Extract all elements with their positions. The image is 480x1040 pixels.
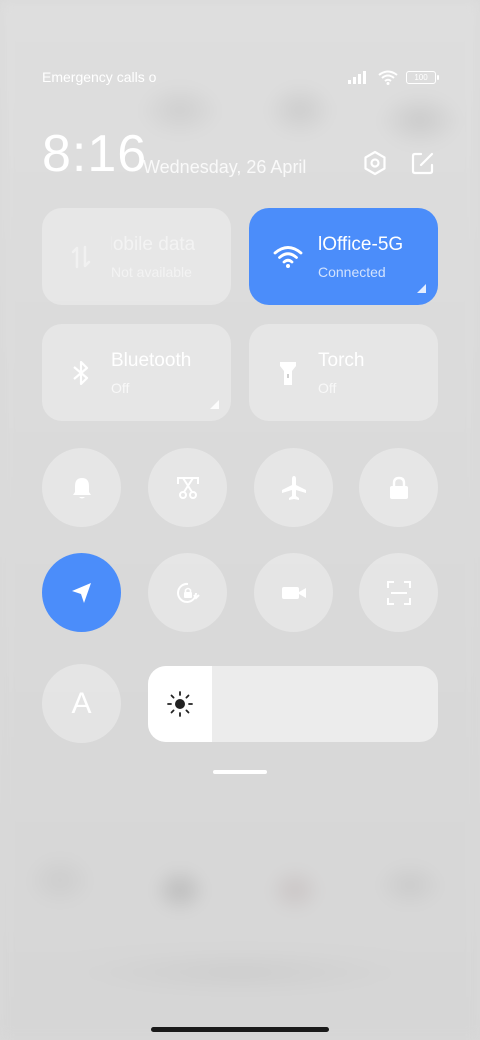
brightness-slider[interactable] [148, 666, 438, 742]
tile-mobile-data-label: Mobile data [111, 234, 196, 255]
mobile-data-icon [71, 245, 91, 269]
toggle-rotation-lock[interactable] [148, 553, 227, 632]
tile-wifi-sub: Connected [318, 264, 386, 280]
tile-wifi-label: lOffice-5G [318, 234, 404, 255]
tile-torch[interactable]: Torch Off [249, 324, 438, 421]
torch-icon [280, 362, 296, 385]
expand-corner-icon[interactable] [210, 400, 219, 409]
font-letter: A [71, 686, 92, 720]
settings-icon[interactable] [362, 150, 388, 176]
font-size-button[interactable]: A [42, 664, 121, 743]
toggle-silent[interactable] [42, 448, 121, 527]
toggle-scanner[interactable] [359, 553, 438, 632]
carrier-text: Emergency calls o [42, 69, 157, 85]
home-indicator[interactable] [151, 1027, 329, 1032]
bell-icon [72, 477, 91, 498]
tile-torch-label: Torch [318, 350, 365, 371]
toggle-lock[interactable] [359, 448, 438, 527]
battery-level: 100 [414, 72, 428, 82]
tile-bluetooth-sub: Off [111, 380, 130, 396]
tile-wifi[interactable]: lOffice-5G Connected [249, 208, 438, 305]
sun-icon [166, 691, 193, 717]
tile-mobile-data[interactable]: Mobile data Not available [42, 208, 231, 305]
wifi-status-icon [378, 70, 398, 85]
clock-time: 8:16 [42, 125, 148, 183]
tile-mobile-data-sub: Not available [111, 264, 192, 280]
toggle-screenshot[interactable] [148, 448, 227, 527]
video-icon [281, 586, 306, 599]
toggle-location[interactable] [42, 553, 121, 632]
tile-bluetooth[interactable]: Bluetooth Off [42, 324, 231, 421]
rotation-lock-icon [176, 582, 200, 603]
battery-icon: 100 [406, 70, 439, 84]
scan-icon [386, 580, 411, 605]
status-bar: Emergency calls o 100 [42, 66, 439, 88]
toggle-screen-record[interactable] [254, 553, 333, 632]
location-icon [71, 582, 91, 603]
tile-bluetooth-label: Bluetooth [111, 350, 192, 371]
bluetooth-icon [73, 360, 89, 386]
expand-corner-icon[interactable] [417, 284, 426, 293]
airplane-icon [281, 475, 306, 500]
lock-icon [389, 476, 408, 499]
brightness-fill [148, 666, 212, 742]
wifi-icon [273, 246, 303, 268]
tile-torch-sub: Off [318, 380, 337, 396]
edit-icon[interactable] [410, 150, 436, 176]
clock-date: Wednesday, 26 April [143, 157, 307, 177]
signal-icon [348, 71, 366, 84]
screenshot-icon [176, 476, 199, 499]
toggle-airplane[interactable] [254, 448, 333, 527]
panel-drag-handle[interactable] [213, 770, 267, 774]
